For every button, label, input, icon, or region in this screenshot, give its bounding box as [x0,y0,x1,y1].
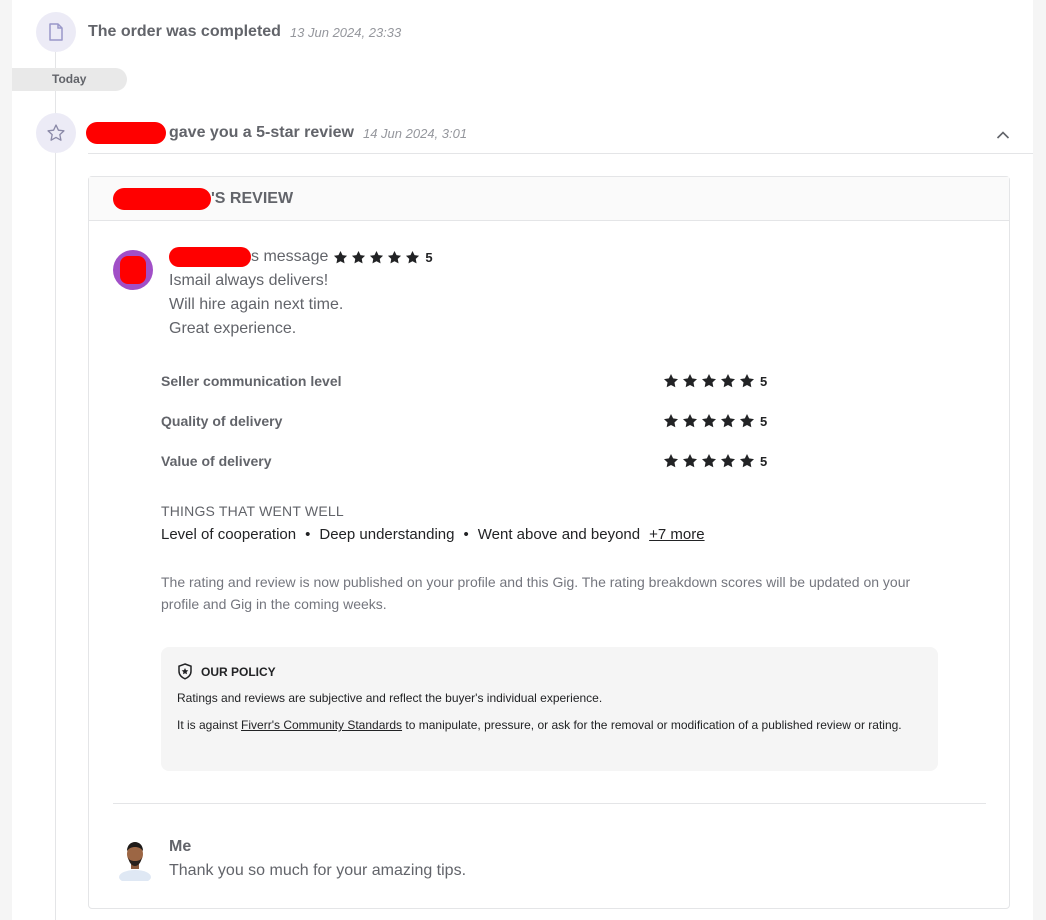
breakdown-stars: 5 [663,413,767,429]
collapse-chevron-up-icon[interactable] [994,126,1012,144]
left-margin-strip [0,0,12,920]
buyer-message: s message 5 Ismail always delivers! Will… [169,247,433,341]
star-icon [388,250,402,263]
breakdown-label: Value of delivery [161,453,272,469]
star-icon [664,374,678,388]
day-separator: Today [12,68,127,91]
breakdown-stars: 5 [663,453,767,469]
breakdown-rating-value: 5 [760,453,768,469]
message-header: s message 5 [169,247,433,267]
timeline-line [55,52,56,920]
thing-item: Deep understanding [319,526,455,543]
breakdown-label: Quality of delivery [161,413,283,429]
breakdown-row: Value of delivery 5 [161,453,781,493]
review-header-title: 'S REVIEW [211,189,294,207]
message-label: s message [251,248,329,265]
community-standards-link[interactable]: Fiverr's Community Standards [241,718,402,732]
bullet-separator: • [305,526,311,543]
things-went-well-title: THINGS THAT WENT WELL [161,503,344,519]
shield-star-icon [178,663,192,680]
policy-header: OUR POLICY [177,663,922,680]
more-things-link[interactable]: +7 more [649,526,704,543]
review-card: 'S REVIEW s message 5 Ismail always deli… [88,176,1010,909]
star-icon [370,250,384,263]
event-divider [88,153,1033,154]
event-title: gave you a 5-star review [169,124,354,141]
redacted-buyer-name [169,247,251,267]
thing-item: Level of cooperation [161,526,297,543]
event-time: 14 Jun 2024, 3:01 [362,125,468,141]
policy-text-part: It is against [177,718,242,732]
policy-text-part: to manipulate, pressure, or ask for the … [402,718,902,732]
event-title: The order was completed [88,23,281,40]
thing-item: Went above and beyond [477,526,641,543]
seller-reply: Me Thank you so much for your amazing ti… [169,838,466,880]
star-icon [683,454,697,468]
star-icon [721,374,735,388]
star-icon [352,250,366,263]
event-order-completed: The order was completed 13 Jun 2024, 23:… [36,12,401,52]
document-icon [36,12,76,52]
star-icon [664,414,678,428]
event-time: 13 Jun 2024, 23:33 [289,24,402,40]
review-card-header: 'S REVIEW [89,177,1009,221]
star-icon [740,454,754,468]
star-icon [721,454,735,468]
things-went-well-list: Level of cooperation • Deep understandin… [161,526,705,543]
message-line: Will hire again next time. [169,296,344,313]
reply-divider [113,803,986,804]
policy-text: Ratings and reviews are subjective and r… [177,691,603,705]
right-scroll-strip [1033,0,1046,920]
star-icon [683,374,697,388]
redacted-buyer-name [86,122,166,144]
star-icon [334,250,348,263]
breakdown-rating-value: 5 [760,373,768,389]
overall-stars: 5 [333,249,433,265]
redacted-buyer-name [113,187,211,210]
message-line: Great experience. [169,320,297,337]
my-avatar [117,839,153,884]
publish-note: The rating and review is now published o… [161,574,911,612]
reply-author: Me [169,838,192,855]
rating-breakdown: Seller communication level 5 Quality of … [161,373,781,493]
breakdown-stars: 5 [663,373,767,389]
buyer-avatar [113,250,153,290]
star-outline-icon [36,113,76,153]
message-line: Ismail always delivers! [169,272,329,289]
star-icon [702,374,716,388]
policy-box: OUR POLICY Ratings and reviews are subje… [161,647,938,771]
policy-text: It is against Fiverr's Community Standar… [177,717,922,734]
star-icon [721,414,735,428]
bullet-separator: • [463,526,469,543]
event-review-received: gave you a 5-star review 14 Jun 2024, 3:… [36,113,467,153]
star-icon [702,454,716,468]
overall-rating-value: 5 [425,249,433,265]
star-icon [740,374,754,388]
breakdown-row: Quality of delivery 5 [161,413,781,453]
redacted-avatar [120,256,146,284]
star-icon [683,414,697,428]
star-icon [740,414,754,428]
star-icon [702,414,716,428]
breakdown-row: Seller communication level 5 [161,373,781,413]
policy-title: OUR POLICY [201,664,276,679]
star-icon [406,250,420,263]
star-icon [664,454,678,468]
breakdown-label: Seller communication level [161,373,342,389]
reply-text: Thank you so much for your amazing tips. [169,862,467,879]
breakdown-rating-value: 5 [760,413,768,429]
